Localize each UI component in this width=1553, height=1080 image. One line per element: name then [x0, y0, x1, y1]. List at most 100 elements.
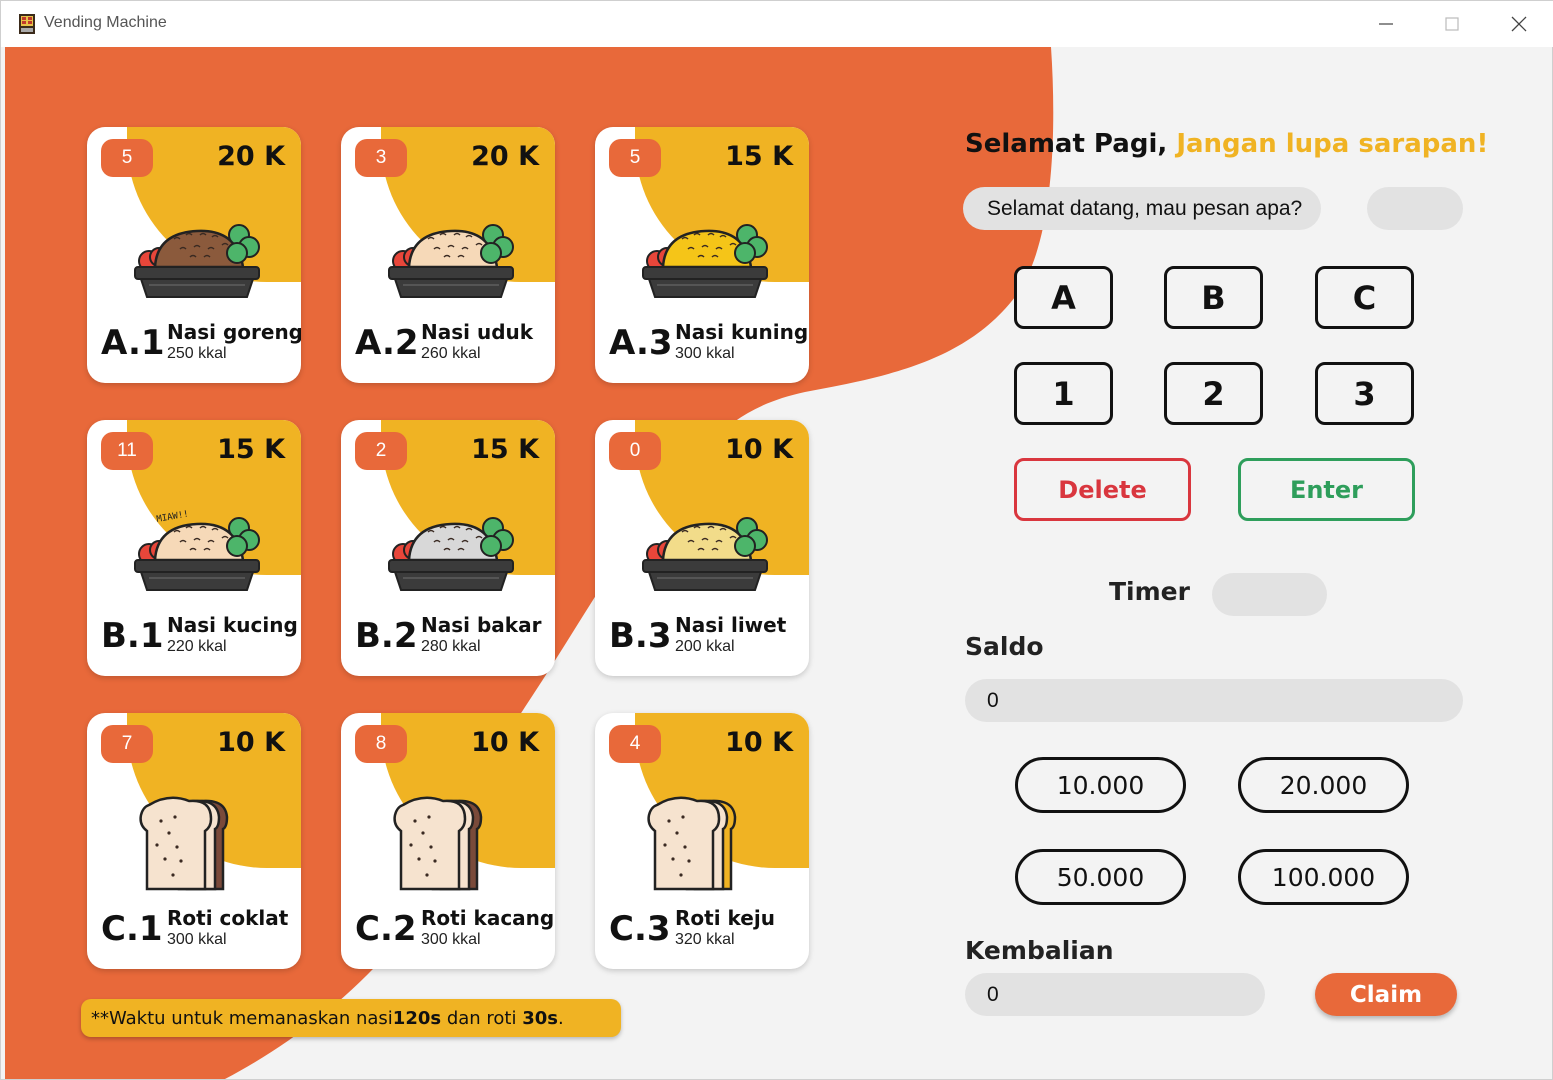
- menu-card-c-2[interactable]: 8 10 K C.2 Roti kacang 300 kkal: [341, 713, 555, 969]
- key-b-button[interactable]: B: [1164, 266, 1263, 329]
- money-10000-button[interactable]: 10.000: [1015, 757, 1186, 813]
- menu-card-b-2[interactable]: 2 15 K B.2 Nasi bakar 280 kkal: [341, 420, 555, 676]
- stock-badge: 8: [355, 725, 407, 763]
- stock-badge: 2: [355, 432, 407, 470]
- saldo-display: 0: [965, 679, 1463, 722]
- item-code: A.3: [609, 323, 673, 363]
- key-1-button[interactable]: 1: [1014, 362, 1113, 425]
- item-calories: 320 kkal: [675, 931, 735, 948]
- kembalian-display: 0: [965, 973, 1265, 1016]
- timer-label: Timer: [1109, 577, 1190, 606]
- rice-liwet-icon: [635, 498, 775, 598]
- key-3-button[interactable]: 3: [1315, 362, 1414, 425]
- stock-badge: 4: [609, 725, 661, 763]
- item-code: B.2: [355, 616, 418, 656]
- price-label: 10 K: [725, 434, 793, 465]
- delete-button[interactable]: Delete: [1014, 458, 1191, 521]
- price-label: 15 K: [725, 141, 793, 172]
- item-code: B.1: [101, 616, 164, 656]
- menu-card-c-3[interactable]: 4 10 K C.3 Roti keju 320 kkal: [595, 713, 809, 969]
- item-calories: 300 kkal: [421, 931, 481, 948]
- greeting-accent: Jangan lupa sarapan!: [1176, 129, 1489, 159]
- item-name: Nasi kucing: [167, 613, 298, 637]
- app-icon: [19, 14, 35, 34]
- price-label: 15 K: [471, 434, 539, 465]
- item-code: C.1: [101, 909, 163, 949]
- price-label: 10 K: [725, 727, 793, 758]
- item-name: Nasi goreng: [167, 320, 301, 344]
- claim-button[interactable]: Claim: [1315, 973, 1457, 1016]
- item-code: A.2: [355, 323, 419, 363]
- note-bread-time: 30s: [522, 1007, 558, 1029]
- svg-text:MIAW!!: MIAW!!: [156, 509, 190, 524]
- timer-display: [1212, 573, 1327, 616]
- money-20000-button[interactable]: 20.000: [1238, 757, 1409, 813]
- item-calories: 220 kkal: [167, 638, 227, 655]
- rice-grey-icon: [381, 498, 521, 598]
- note-rice-time: 120s: [392, 1007, 442, 1029]
- note-text-end: .: [557, 1007, 564, 1029]
- item-name: Nasi bakar: [421, 613, 542, 637]
- key-2-button[interactable]: 2: [1164, 362, 1263, 425]
- price-label: 20 K: [217, 141, 285, 172]
- item-name: Roti coklat: [167, 906, 289, 930]
- item-name: Nasi kuning: [675, 320, 809, 344]
- stock-badge: 7: [101, 725, 153, 763]
- item-name: Roti keju: [675, 906, 775, 930]
- item-name: Roti kacang: [421, 906, 555, 930]
- greeting: Selamat Pagi, Jangan lupa sarapan!: [965, 129, 1488, 159]
- key-a-button[interactable]: A: [1014, 266, 1113, 329]
- money-50000-button[interactable]: 50.000: [1015, 849, 1186, 905]
- item-calories: 300 kkal: [167, 931, 227, 948]
- menu-card-c-1[interactable]: 7 10 K C.1 Roti coklat 300 kkal: [87, 713, 301, 969]
- note-text-middle: dan roti: [441, 1007, 523, 1029]
- enter-button[interactable]: Enter: [1238, 458, 1415, 521]
- item-name: Nasi liwet: [675, 613, 787, 637]
- close-icon[interactable]: [1486, 1, 1552, 47]
- message-display: Selamat datang, mau pesan apa?: [963, 187, 1321, 230]
- item-code: C.2: [355, 909, 417, 949]
- bread-cheese-icon: [635, 791, 775, 891]
- app-window: Vending Machine 5 20 K A.1 Nasi goreng 2…: [0, 0, 1553, 1080]
- item-calories: 250 kkal: [167, 345, 227, 362]
- item-calories: 260 kkal: [421, 345, 481, 362]
- stock-badge: 5: [101, 139, 153, 177]
- minimize-icon[interactable]: [1353, 1, 1419, 47]
- title-bar: Vending Machine: [1, 1, 1553, 47]
- stock-badge: 11: [101, 432, 153, 470]
- money-100000-button[interactable]: 100.000: [1238, 849, 1409, 905]
- stock-badge: 5: [609, 139, 661, 177]
- menu-card-a-2[interactable]: 3 20 K A.2 Nasi uduk 260 kkal: [341, 127, 555, 383]
- price-label: 15 K: [217, 434, 285, 465]
- rice-cat-icon: MIAW!!: [127, 498, 267, 598]
- menu-card-a-1[interactable]: 5 20 K A.1 Nasi goreng 250 kkal: [87, 127, 301, 383]
- rice-brown-icon: [127, 205, 267, 305]
- main-content: 5 20 K A.1 Nasi goreng 250 kkal 3 20 K A…: [5, 47, 1550, 1079]
- bread-chocolate-icon: [127, 791, 267, 891]
- stock-badge: 3: [355, 139, 407, 177]
- item-code: C.3: [609, 909, 671, 949]
- price-label: 10 K: [471, 727, 539, 758]
- kembalian-label: Kembalian: [965, 936, 1114, 965]
- heating-time-note: **Waktu untuk memanaskan nasi 120s dan r…: [81, 999, 621, 1037]
- item-calories: 300 kkal: [675, 345, 735, 362]
- price-label: 20 K: [471, 141, 539, 172]
- item-calories: 200 kkal: [675, 638, 735, 655]
- menu-card-b-1[interactable]: 11 15 K MIAW!! B.1 Nasi kucing 220 kkal: [87, 420, 301, 676]
- price-label: 10 K: [217, 727, 285, 758]
- rice-yellow-icon: [635, 205, 775, 305]
- key-c-button[interactable]: C: [1315, 266, 1414, 329]
- item-name: Nasi uduk: [421, 320, 534, 344]
- menu-card-b-3[interactable]: 0 10 K B.3 Nasi liwet 200 kkal: [595, 420, 809, 676]
- item-calories: 280 kkal: [421, 638, 481, 655]
- note-text: **Waktu untuk memanaskan nasi: [91, 1007, 393, 1029]
- menu-card-a-3[interactable]: 5 15 K A.3 Nasi kuning 300 kkal: [595, 127, 809, 383]
- item-code: A.1: [101, 323, 165, 363]
- item-code: B.3: [609, 616, 672, 656]
- bread-peanut-icon: [381, 791, 521, 891]
- window-title: Vending Machine: [44, 14, 167, 31]
- stock-badge: 0: [609, 432, 661, 470]
- selection-display: [1367, 187, 1463, 230]
- maximize-icon[interactable]: [1419, 1, 1485, 47]
- saldo-label: Saldo: [965, 632, 1044, 661]
